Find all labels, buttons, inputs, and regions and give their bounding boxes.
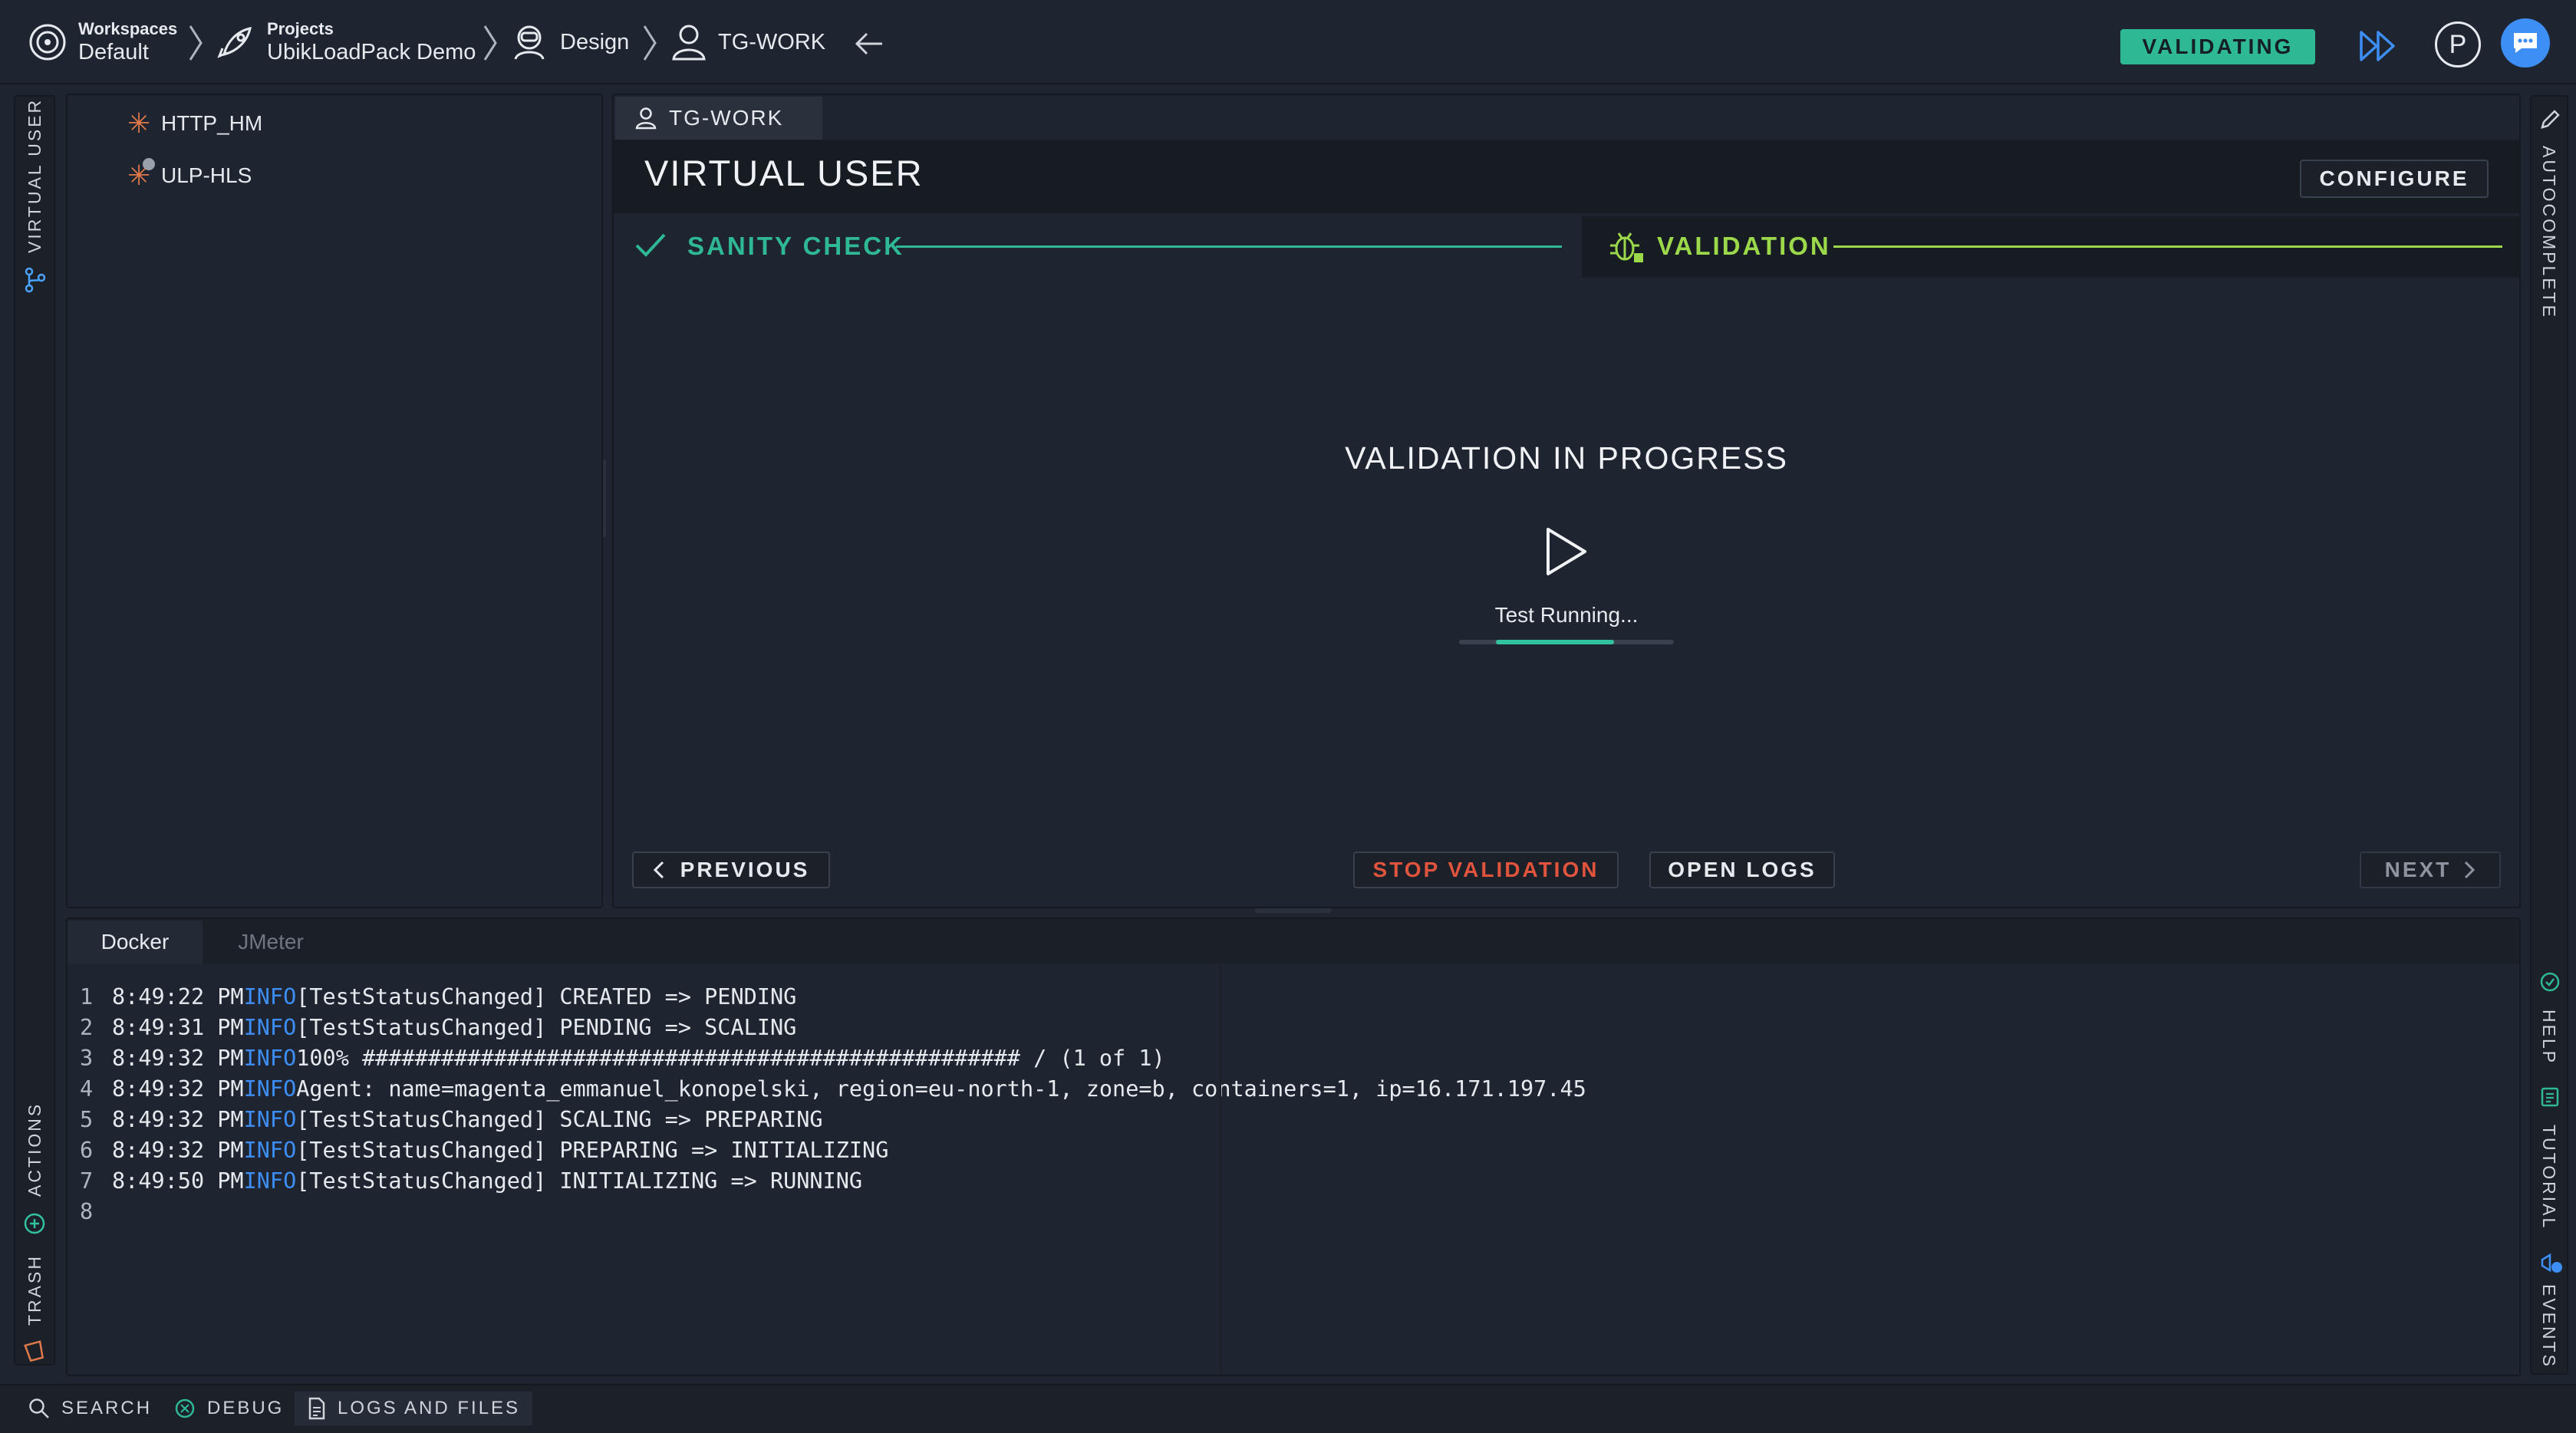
tree-item-http-hm[interactable]: ✳ HTTP_HM bbox=[127, 107, 262, 140]
step-line-validation bbox=[1833, 245, 2502, 248]
add-circle-icon[interactable] bbox=[23, 1212, 46, 1235]
avatar[interactable]: P bbox=[2435, 21, 2481, 68]
tab-jmeter[interactable]: JMeter bbox=[206, 921, 336, 964]
chat-icon[interactable] bbox=[2501, 18, 2550, 68]
help-icon[interactable] bbox=[2539, 971, 2561, 993]
next-button[interactable]: NEXT bbox=[2360, 852, 2501, 888]
tab-tg-work[interactable]: TG-WORK bbox=[615, 97, 822, 140]
progress-bar bbox=[1459, 640, 1674, 644]
log-tab-bar bbox=[68, 919, 2519, 964]
debug-button[interactable]: DEBUG bbox=[173, 1392, 284, 1425]
chevron-right-icon bbox=[2463, 860, 2476, 880]
search-icon bbox=[28, 1397, 61, 1420]
test-label: TG-WORK bbox=[718, 29, 826, 54]
stop-validation-button[interactable]: STOP VALIDATION bbox=[1353, 852, 1619, 888]
workspace-icon bbox=[28, 22, 68, 62]
rocket-icon bbox=[216, 22, 256, 62]
breadcrumb-design[interactable]: Design bbox=[509, 14, 629, 71]
test-running-text: Test Running... bbox=[1494, 603, 1639, 627]
debug-label: DEBUG bbox=[207, 1398, 285, 1418]
breadcrumb-projects[interactable]: Projects UbikLoadPack Demo bbox=[216, 14, 476, 71]
trash-icon[interactable] bbox=[23, 1339, 46, 1362]
log-line: 8 bbox=[80, 1199, 94, 1224]
resize-handle[interactable] bbox=[603, 460, 606, 537]
back-arrow-icon[interactable] bbox=[855, 31, 884, 57]
user-icon bbox=[670, 22, 707, 62]
pencil-icon[interactable] bbox=[2539, 109, 2561, 130]
tree-item-label: HTTP_HM bbox=[161, 111, 263, 135]
log-line: 3 8:49:32 PM INFO 100% ##################… bbox=[80, 1046, 1165, 1071]
tree-panel bbox=[66, 94, 603, 908]
logs-and-files-label: LOGS AND FILES bbox=[338, 1398, 521, 1418]
step-sanity-check[interactable]: SANITY CHECK bbox=[687, 232, 904, 261]
page-title: VIRTUAL USER bbox=[644, 153, 924, 193]
step-line-sanity bbox=[896, 245, 1562, 248]
right-rail-tutorial[interactable]: TUTORIAL bbox=[2538, 1125, 2559, 1230]
panel-resize-handle[interactable] bbox=[1255, 908, 1332, 913]
astronaut-icon bbox=[509, 22, 549, 62]
tutorial-icon[interactable] bbox=[2539, 1086, 2561, 1108]
log-line: 5 8:49:32 PM INFO [TestStatusChanged] SCA… bbox=[80, 1107, 823, 1132]
log-line: 1 8:49:22 PM INFO [TestStatusChanged] CRE… bbox=[80, 984, 797, 1010]
log-line: 2 8:49:31 PM INFO [TestStatusChanged] PEN… bbox=[80, 1015, 797, 1040]
chevron-right-icon bbox=[187, 23, 204, 63]
tree-item-label: ULP-HLS bbox=[161, 163, 252, 187]
workspaces-value: Default bbox=[78, 40, 149, 64]
left-rail-trash[interactable]: TRASH bbox=[25, 1254, 45, 1326]
previous-button[interactable]: PREVIOUS bbox=[632, 852, 830, 888]
bug-icon bbox=[1608, 229, 1646, 265]
fast-forward-icon[interactable] bbox=[2358, 29, 2398, 63]
status-badge: VALIDATING bbox=[2120, 29, 2315, 64]
right-rail-help[interactable]: HELP bbox=[2538, 1010, 2559, 1065]
asterisk-icon: ✳ bbox=[127, 158, 155, 192]
log-line: 7 8:49:50 PM INFO [TestStatusChanged] INI… bbox=[80, 1168, 863, 1194]
chevron-right-icon bbox=[641, 23, 658, 63]
user-icon bbox=[635, 107, 657, 130]
avatar-letter: P bbox=[2449, 29, 2467, 59]
asterisk-icon: ✳ bbox=[127, 107, 151, 139]
open-logs-button[interactable]: OPEN LOGS bbox=[1649, 852, 1835, 888]
branch-icon[interactable] bbox=[23, 267, 46, 293]
search-label: SEARCH bbox=[61, 1398, 153, 1418]
log-output: 1 8:49:22 PM INFO [TestStatusChanged] CRE… bbox=[80, 982, 1586, 1227]
log-divider bbox=[1220, 965, 1221, 1375]
check-icon bbox=[634, 230, 667, 261]
play-icon bbox=[1543, 526, 1589, 577]
design-label: Design bbox=[560, 29, 630, 54]
chevron-right-icon bbox=[482, 23, 499, 63]
breadcrumb-workspaces[interactable]: Workspaces Default bbox=[28, 14, 177, 71]
validation-progress-title: VALIDATION IN PROGRESS bbox=[1345, 440, 1788, 476]
status-dot-icon bbox=[143, 158, 155, 170]
configure-button[interactable]: CONFIGURE bbox=[2300, 160, 2489, 198]
search-button[interactable]: SEARCH bbox=[28, 1392, 152, 1425]
tree-item-ulp-hls[interactable]: ✳ ULP-HLS bbox=[127, 158, 252, 192]
left-rail-actions[interactable]: ACTIONS bbox=[25, 1102, 45, 1197]
log-line: 6 8:49:32 PM INFO [TestStatusChanged] PRE… bbox=[80, 1138, 889, 1163]
events-icon[interactable] bbox=[2539, 1250, 2564, 1275]
tab-label: TG-WORK bbox=[669, 106, 784, 130]
breadcrumb-test[interactable]: TG-WORK bbox=[670, 14, 825, 71]
projects-value: UbikLoadPack Demo bbox=[267, 40, 476, 64]
previous-label: PREVIOUS bbox=[680, 858, 810, 881]
left-rail-virtual-user[interactable]: VIRTUAL USER bbox=[25, 98, 45, 253]
next-label: NEXT bbox=[2384, 858, 2452, 881]
log-line: 4 8:49:32 PM INFO Agent: name=magenta_emm… bbox=[80, 1076, 1586, 1102]
right-rail-events[interactable]: EVENTS bbox=[2538, 1284, 2559, 1369]
debug-icon bbox=[173, 1397, 207, 1420]
workspaces-label: Workspaces bbox=[78, 19, 178, 38]
document-icon bbox=[307, 1397, 338, 1420]
right-rail-autocomplete[interactable]: AUTOCOMPLETE bbox=[2538, 146, 2559, 319]
step-validation[interactable]: VALIDATION bbox=[1657, 232, 1831, 261]
projects-label: Projects bbox=[267, 19, 334, 38]
tab-docker[interactable]: Docker bbox=[68, 921, 203, 964]
logs-and-files-button[interactable]: LOGS AND FILES bbox=[295, 1392, 533, 1425]
chevron-left-icon bbox=[653, 860, 665, 880]
progress-bar-fill bbox=[1496, 640, 1614, 644]
